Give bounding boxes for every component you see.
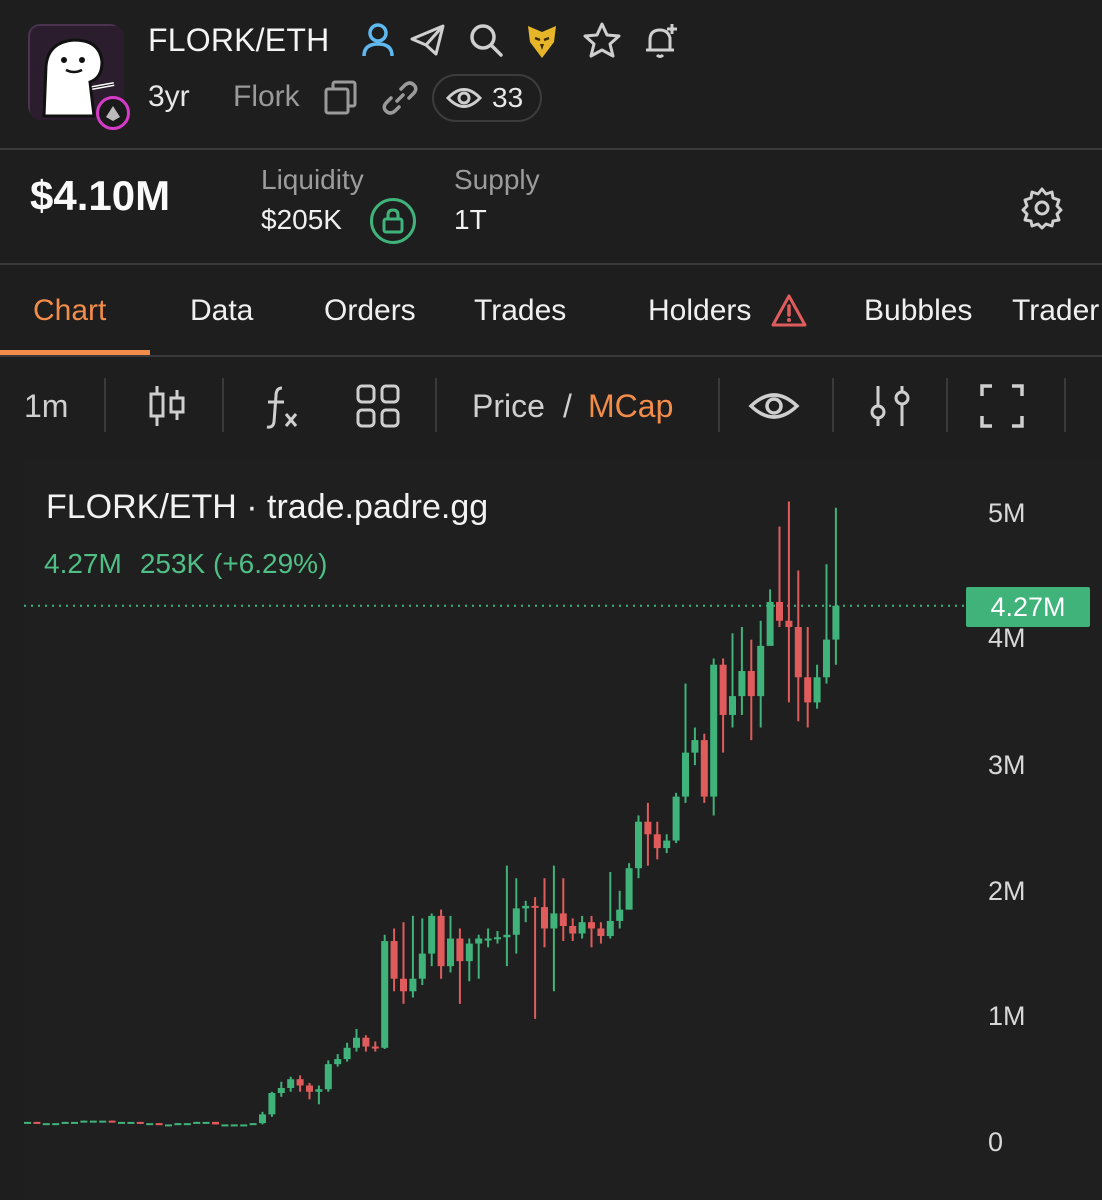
candle xyxy=(747,639,755,741)
candle xyxy=(776,526,783,628)
candle xyxy=(559,878,567,942)
y-tick-label: 3M xyxy=(988,750,1026,780)
candle xyxy=(400,922,407,1004)
candle xyxy=(296,1075,304,1092)
candle xyxy=(456,928,464,1004)
candle xyxy=(183,1123,191,1126)
candle xyxy=(428,913,436,967)
candle xyxy=(221,1124,229,1127)
candle xyxy=(230,1124,238,1127)
candle xyxy=(165,1124,172,1127)
chart-title: FLORK/ETH · trade.padre.gg xyxy=(46,488,489,526)
candle xyxy=(503,865,511,967)
candle xyxy=(89,1120,97,1123)
y-tick-label: 5M xyxy=(988,498,1026,528)
candle xyxy=(531,897,539,1019)
candle xyxy=(813,664,821,709)
candle xyxy=(475,934,483,979)
y-tick-label: 2M xyxy=(988,876,1026,906)
candle xyxy=(24,1121,31,1124)
y-tick-label: 0 xyxy=(988,1127,1004,1157)
candle xyxy=(785,501,793,703)
candle xyxy=(71,1121,78,1124)
y-tick-label: 1M xyxy=(988,1001,1026,1031)
candle xyxy=(249,1123,257,1126)
candle xyxy=(371,1041,379,1052)
candle xyxy=(353,1028,360,1052)
candle xyxy=(136,1121,144,1124)
candle xyxy=(259,1111,266,1125)
candle xyxy=(569,918,577,942)
candle xyxy=(616,890,624,929)
candle xyxy=(700,733,708,803)
candle xyxy=(672,792,680,844)
candle xyxy=(719,658,727,753)
candle xyxy=(409,915,417,998)
candle xyxy=(588,915,595,948)
candle xyxy=(146,1123,154,1126)
candle xyxy=(80,1120,88,1123)
candle xyxy=(240,1124,248,1127)
candle xyxy=(52,1123,60,1126)
chart-change: 253K (+6.29%) xyxy=(139,548,328,579)
candle xyxy=(484,928,492,948)
candle xyxy=(315,1085,323,1105)
candle xyxy=(42,1123,50,1126)
candle xyxy=(268,1091,276,1117)
candle xyxy=(447,915,454,973)
y-tick-label: 4M xyxy=(988,623,1026,653)
candle xyxy=(522,900,530,923)
candle xyxy=(738,627,746,715)
candle xyxy=(174,1123,182,1126)
candle xyxy=(663,834,671,854)
candle xyxy=(343,1042,351,1062)
candle xyxy=(832,507,840,665)
candle xyxy=(644,802,652,866)
candle xyxy=(578,915,586,939)
candle xyxy=(99,1120,107,1123)
candle xyxy=(118,1121,125,1124)
candle xyxy=(212,1121,219,1125)
candle xyxy=(494,930,501,944)
candle xyxy=(635,815,642,879)
candle xyxy=(691,727,699,766)
candle xyxy=(306,1082,313,1100)
candle xyxy=(61,1121,69,1124)
candle xyxy=(606,871,614,939)
candle xyxy=(757,620,765,728)
candle xyxy=(682,683,689,803)
candle xyxy=(804,627,812,728)
candle xyxy=(193,1121,201,1124)
candle xyxy=(127,1121,135,1124)
chart-last-value: 4.27M xyxy=(44,548,122,579)
candle xyxy=(766,589,774,646)
candle xyxy=(202,1121,210,1124)
candle xyxy=(653,821,661,860)
candle xyxy=(625,863,633,910)
candle xyxy=(823,564,830,684)
chart-legend: 4.27M 253K (+6.29%) xyxy=(44,548,345,580)
last-price-tag: 4.27M xyxy=(966,587,1090,627)
candle xyxy=(729,633,736,728)
candle xyxy=(155,1123,163,1126)
candle xyxy=(324,1060,332,1092)
candle xyxy=(33,1121,41,1124)
candlestick-chart xyxy=(24,501,966,1127)
candle xyxy=(541,878,548,948)
candle xyxy=(418,918,426,985)
candle xyxy=(597,922,605,944)
candle xyxy=(437,909,445,979)
candle xyxy=(794,570,802,722)
candle xyxy=(108,1120,116,1123)
candle xyxy=(362,1035,370,1052)
candle xyxy=(334,1054,342,1067)
candle xyxy=(710,658,718,816)
candle xyxy=(287,1076,295,1092)
candle xyxy=(512,878,520,954)
candle xyxy=(465,938,473,982)
candle xyxy=(277,1081,285,1097)
candle xyxy=(550,865,558,992)
candle xyxy=(381,934,389,1050)
candle xyxy=(390,928,398,992)
